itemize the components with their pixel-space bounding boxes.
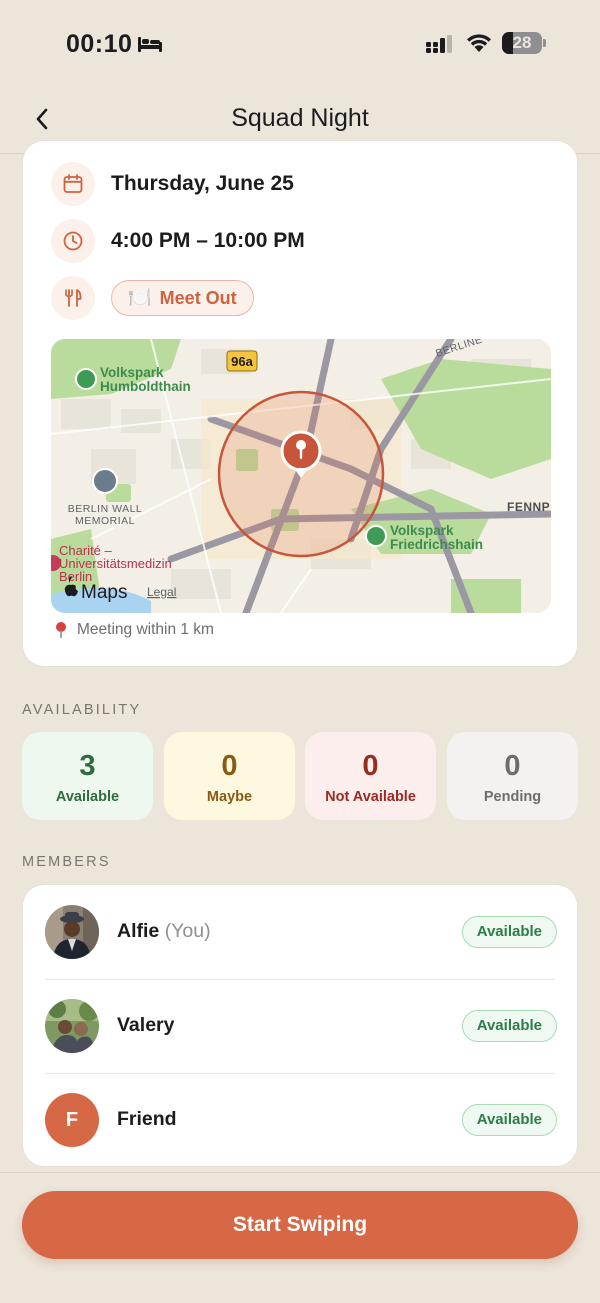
battery-level: 28 [512,33,532,52]
map-label-park2b: Friedrichshain [390,537,483,552]
pending-count: 0 [504,750,521,782]
status-badge: Available [461,916,557,948]
member-name: Valery [117,1014,175,1036]
maybe-count: 0 [221,750,238,782]
meeting-map[interactable]: 96a Volkspark Humboldthain Volkspark Fri… [51,339,551,613]
time-row: 4:00 PM – 10:00 PM [51,218,305,264]
members-card: Alfie (You) Available Valery Available F… [22,884,578,1167]
status-time: 00:10 [66,30,133,58]
map-label-memorial-b: MEMORIAL [75,515,135,527]
map-label-memorial: BERLIN WALL [68,503,143,515]
date-row: Thursday, June 25 [51,161,294,207]
maybe-label: Maybe [206,789,253,805]
available-count-card: 3 Available [22,732,153,820]
availability-title: AVAILABILITY [22,702,142,718]
meeting-radius-text: Meeting within 1 km [77,621,214,638]
map-label-park2: Volkspark [390,523,454,538]
pending-count-card: 0 Pending [447,732,578,820]
road-badge: 96a [231,354,253,369]
not-available-count-card: 0 Not Available [305,732,436,820]
start-swiping-button[interactable]: Start Swiping [22,1191,578,1259]
maps-brand: Maps [81,582,127,603]
members-title: MEMBERS [22,854,111,870]
status-badge: Available [461,1104,557,1136]
fork-knife-icon [51,276,95,320]
map-label-park1: Volkspark [100,365,164,380]
member-row[interactable]: Alfie (You) Available [23,885,577,979]
cellular-signal-icon [426,35,452,53]
meet-type-chip[interactable]: 🍽️ Meet Out [111,280,254,316]
event-date: Thursday, June 25 [111,172,294,195]
member-name-text: Alfie [117,920,160,942]
clock-icon [51,219,95,263]
avatar-initial: F [65,1108,79,1131]
member-name: Alfie (You) [117,920,211,943]
meet-type-label: Meet Out [159,287,237,308]
member-row[interactable]: F Friend Available [23,1073,577,1166]
legal-link[interactable]: Legal [147,585,176,599]
meet-type-row: 🍽️ Meet Out [51,275,254,321]
map-label-park1b: Humboldthain [100,379,191,394]
available-label: Available [55,789,120,805]
battery-icon: 28 [502,32,546,54]
calendar-icon [51,162,95,206]
status-badge: Available [461,1010,557,1042]
bed-icon [138,37,162,52]
wifi-icon [467,34,491,52]
status-bar: 00:10 28 [0,0,600,90]
not-available-label: Not Available [325,789,416,805]
maybe-count-card: 0 Maybe [164,732,295,820]
avatar [45,999,99,1053]
plate-icon: 🍽️ [128,288,152,309]
event-time: 4:00 PM – 10:00 PM [111,229,305,252]
map-label-district: FENNP [507,500,550,514]
map-canvas: 96a Volkspark Humboldthain Volkspark Fri… [51,339,551,613]
pushpin-icon [56,622,66,638]
member-you-label: (You) [164,920,211,942]
divider [0,1172,600,1173]
not-available-count: 0 [362,750,379,782]
page-title: Squad Night [231,104,369,132]
meeting-radius-note: Meeting within 1 km [53,621,214,639]
avatar: F [45,1093,99,1147]
event-details-card: Thursday, June 25 4:00 PM – 10:00 PM 🍽️ … [22,140,578,667]
member-name: Friend [117,1108,177,1130]
avatar [45,905,99,959]
pending-label: Pending [483,789,542,805]
available-count: 3 [79,750,96,782]
member-row[interactable]: Valery Available [23,979,577,1073]
